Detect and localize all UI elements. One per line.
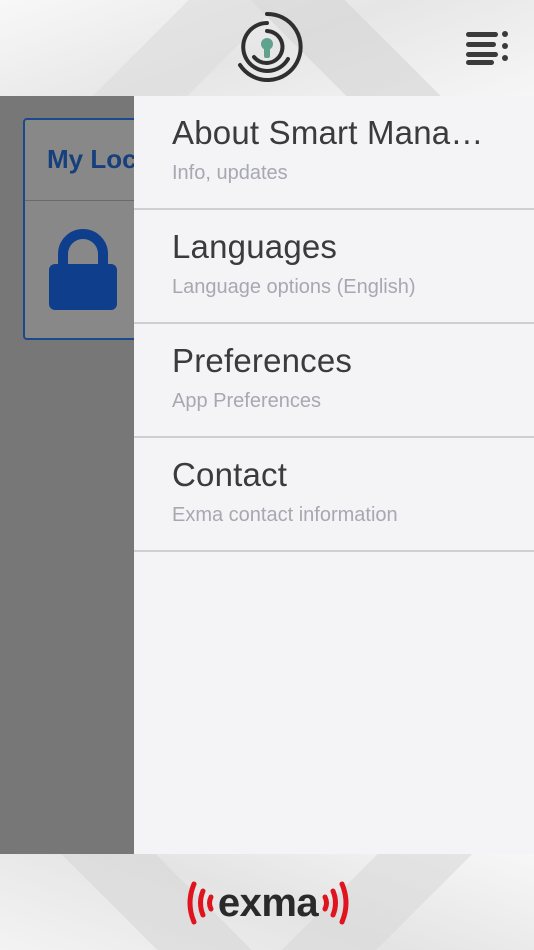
menu-item-subtitle: Info, updates — [172, 162, 288, 184]
menu-item-preferences[interactable]: Preferences App Preferences — [134, 324, 534, 438]
menu-item-title: Preferences — [172, 342, 353, 379]
signal-waves-left-icon — [187, 881, 214, 925]
menu-icon[interactable] — [462, 28, 512, 68]
keyhole-logo-icon — [238, 11, 303, 82]
menu-item-contact[interactable]: Contact Exma contact information — [134, 438, 534, 552]
app-header — [0, 0, 534, 96]
menu-item-title: Languages — [172, 228, 338, 265]
menu-item-title: About Smart Mana… — [172, 114, 484, 151]
signal-waves-right-icon — [322, 881, 349, 925]
side-drawer: About Smart Mana… Info, updates Language… — [134, 96, 534, 854]
menu-item-title: Contact — [172, 456, 288, 493]
card-title: My Loc — [47, 144, 137, 174]
menu-item-subtitle: App Preferences — [172, 390, 321, 412]
menu-item-about[interactable]: About Smart Mana… Info, updates — [134, 96, 534, 210]
menu-item-languages[interactable]: Languages Language options (English) — [134, 210, 534, 324]
app-screen: My Loc About Smart Mana… Info, updates L… — [0, 0, 534, 950]
menu-item-subtitle: Language options (English) — [172, 276, 416, 298]
menu-item-subtitle: Exma contact information — [172, 504, 398, 526]
lock-icon — [49, 229, 117, 310]
brand-wordmark: exma — [217, 881, 319, 925]
brand-logo: exma — [166, 880, 370, 926]
